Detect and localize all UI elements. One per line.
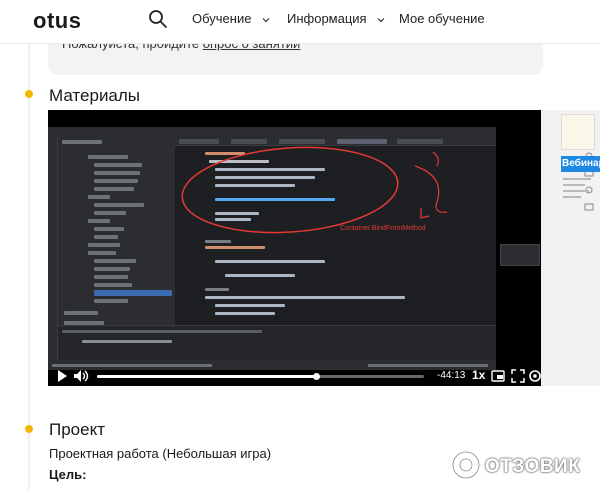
otzovik-logo-icon [451,450,481,480]
video-player[interactable]: Container.BindFromMethod -44:13 1x [48,110,541,386]
tree-row [88,243,120,247]
ide-titlebar [48,127,496,137]
time-remaining: -44:13 [437,370,466,381]
nav-item-my-learning[interactable]: Мое обучение [399,11,485,26]
materials-title: Материалы [49,86,141,105]
ide-project-tree [58,137,175,335]
otus-logo[interactable]: otus [33,8,81,34]
webinar-badge: Вебинар [561,156,600,172]
seek-bar-progress [97,375,317,378]
tree-row [94,227,124,231]
tree-row [94,171,140,175]
tree-row [94,259,136,263]
seek-bar[interactable] [97,373,424,380]
ide-editor-tabs [175,137,496,146]
ide-tab [279,139,325,144]
seek-bar-handle[interactable] [313,373,321,380]
note-card [561,114,595,150]
participant-thumbnail [500,244,540,266]
tree-row [88,251,116,255]
ide-problems-panel [58,325,496,361]
tree-row [94,235,118,239]
timeline-dot [25,425,33,433]
fullscreen-icon[interactable] [511,369,525,383]
project-goal-label: Цель: [49,467,87,482]
ide-tab [397,139,443,144]
project-subtitle: Проектная работа (Небольшая игра) [49,446,272,461]
project-title: Проект [49,420,105,439]
ide-tab [231,139,267,144]
tree-row [94,187,134,191]
ide-toolstrip [48,137,58,370]
nav-item-label: Обучение [192,11,252,26]
site-header: otus Обучение Информация Мое обучение [0,0,600,44]
side-panel-text-lines [563,178,591,198]
nav-item-education[interactable]: Обучение [192,11,271,26]
chevron-down-icon [262,17,270,22]
tree-row [94,211,126,215]
playback-speed-button[interactable]: 1x [472,368,485,382]
otzovik-watermark: ОТЗОВИК [451,450,591,482]
tree-row [94,283,132,287]
code-line [82,340,172,343]
side-panel [541,110,600,386]
chevron-down-icon [377,17,385,22]
tree-row [88,155,128,159]
red-annotation-scribble [181,146,448,234]
tree-row [94,203,144,207]
tree-row [64,311,98,315]
tree-row [88,219,110,223]
timeline-line [28,0,30,490]
video-frame-ide: Container.BindFromMethod [48,127,496,370]
ide-tab-active [337,139,387,144]
nav-item-label: Мое обучение [399,11,485,26]
tree-row [62,140,102,144]
tree-row [94,267,130,271]
tree-row [94,275,128,279]
subtitles-icon[interactable] [491,369,505,383]
otzovik-watermark-text: ОТЗОВИК [485,456,581,477]
nav-item-info[interactable]: Информация [287,11,386,26]
tree-row [94,299,128,303]
tree-row [88,195,110,199]
tree-row-selected [94,290,172,296]
video-controls: -44:13 1x [48,366,541,386]
ide-code-editor [175,146,496,322]
code-annotation: Container.BindFromMethod [340,225,426,232]
code-line [62,330,262,333]
settings-icon[interactable] [528,369,541,383]
search-icon[interactable] [148,9,168,29]
tree-row [94,163,142,167]
volume-icon[interactable] [73,369,89,383]
play-icon[interactable] [56,369,68,383]
timeline-dot [25,90,33,98]
tree-row [94,179,138,183]
ide-tab [179,139,219,144]
nav-item-label: Информация [287,11,367,26]
